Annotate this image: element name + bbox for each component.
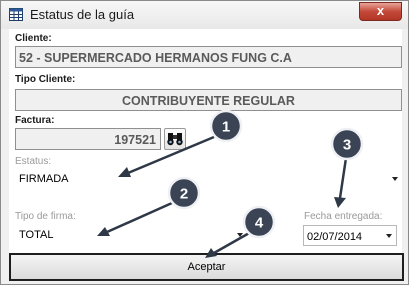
cliente-field: 52 - SUPERMERCADO HERMANOS FUNG C.A xyxy=(15,46,402,68)
estatus-value: FIRMADA xyxy=(19,173,69,185)
close-button[interactable]: x xyxy=(359,2,402,21)
dialog-window: Estatus de la guía x Cliente: 52 - SUPER… xyxy=(0,0,409,285)
accept-label: Aceptar xyxy=(187,261,226,273)
tipo-cliente-value: CONTRIBUYENTE REGULAR xyxy=(122,94,295,108)
tipo-firma-dropdown[interactable]: TOTAL xyxy=(15,225,247,245)
tipo-firma-value: TOTAL xyxy=(19,229,54,241)
cliente-label: Cliente: xyxy=(15,33,52,44)
tipo-cliente-field: CONTRIBUYENTE REGULAR xyxy=(15,89,402,111)
estatus-dropdown[interactable]: FIRMADA xyxy=(15,169,402,189)
cliente-value: 52 - SUPERMERCADO HERMANOS FUNG C.A xyxy=(19,51,292,65)
fecha-value: 02/07/2014 xyxy=(307,231,363,243)
tipo-firma-label: Tipo de firma: xyxy=(15,211,76,222)
dialog-content: Cliente: 52 - SUPERMERCADO HERMANOS FUNG… xyxy=(9,29,404,281)
factura-field: 197521 xyxy=(15,128,161,150)
tipo-cliente-label: Tipo Cliente: xyxy=(15,74,76,85)
window-title: Estatus de la guía xyxy=(30,7,135,22)
chevron-down-icon xyxy=(392,177,398,181)
accept-button[interactable]: Aceptar xyxy=(9,253,404,281)
binoculars-icon xyxy=(167,133,183,146)
factura-value: 197521 xyxy=(114,133,156,147)
estatus-label: Estatus: xyxy=(15,156,52,167)
fecha-date-picker[interactable]: 02/07/2014 xyxy=(303,225,397,246)
fecha-label: Fecha entregada: xyxy=(304,211,383,222)
search-button[interactable] xyxy=(164,128,186,150)
chevron-down-icon xyxy=(386,234,392,238)
table-icon xyxy=(9,8,23,21)
chevron-down-icon xyxy=(237,233,243,237)
close-icon: x xyxy=(376,3,385,18)
title-bar: Estatus de la guía x xyxy=(1,1,408,29)
factura-label: Factura: xyxy=(15,115,55,126)
